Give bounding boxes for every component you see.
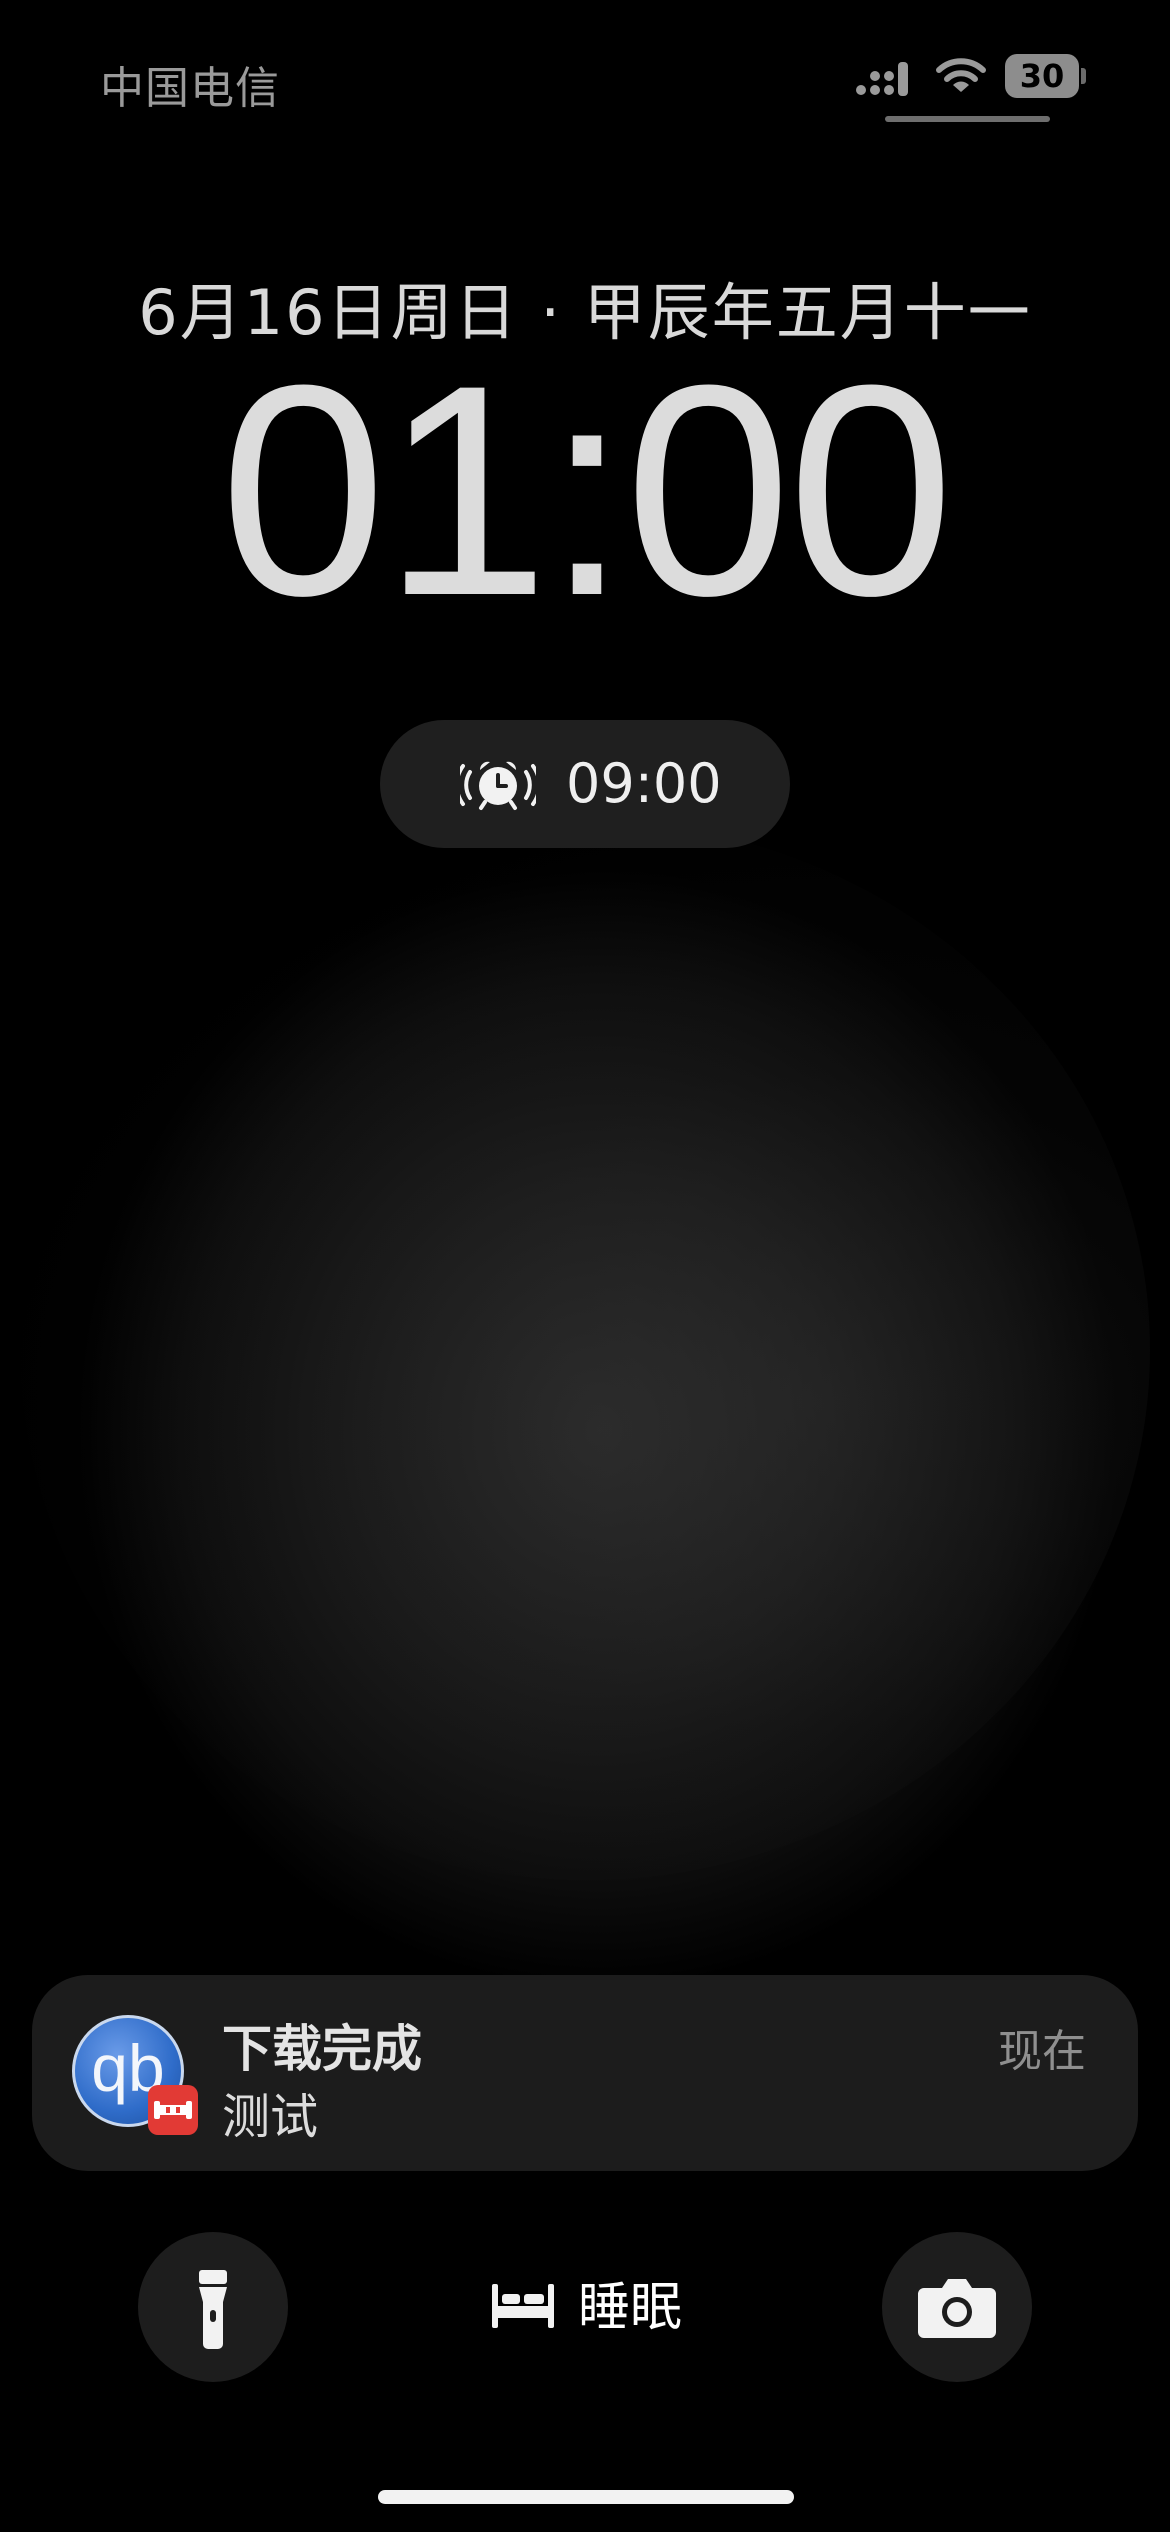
- notification-card[interactable]: qb 下载完成 测试 现在: [32, 1975, 1138, 2171]
- notification-title: 下载完成: [222, 2020, 422, 2078]
- alarm-clock-icon: [460, 761, 536, 810]
- notification-timestamp: 现在: [998, 2026, 1086, 2077]
- notification-body: 测试: [222, 2089, 319, 2145]
- lock-screen: 中国电信 30 6月16日周日 · 甲辰年五月十一 01:00 09:00 qb…: [0, 0, 1170, 2532]
- camera-icon: [918, 2279, 996, 2338]
- flashlight-icon: [199, 2270, 227, 2349]
- sleep-focus-label: 睡眠: [578, 2278, 683, 2338]
- wallpaper-moon: [20, 820, 1150, 1880]
- bed-icon: [492, 2284, 554, 2328]
- battery-icon: 30: [1005, 54, 1086, 98]
- camera-button[interactable]: [882, 2232, 1032, 2382]
- signal-icon: [856, 62, 908, 96]
- source-app-badge-icon: [148, 2085, 198, 2135]
- home-indicator[interactable]: [378, 2490, 794, 2504]
- flashlight-button[interactable]: [138, 2232, 288, 2382]
- alarm-time: 09:00: [566, 752, 722, 815]
- alarm-widget[interactable]: 09:00: [380, 720, 790, 848]
- carrier-name: 中国电信: [100, 63, 280, 114]
- battery-tip: [1081, 68, 1086, 84]
- wifi-icon: [936, 58, 986, 92]
- lock-screen-time[interactable]: 01:00: [0, 340, 1170, 640]
- control-center-indicator[interactable]: [885, 116, 1050, 122]
- status-bar: 中国电信 30: [0, 0, 1170, 150]
- battery-level: 30: [1019, 57, 1065, 95]
